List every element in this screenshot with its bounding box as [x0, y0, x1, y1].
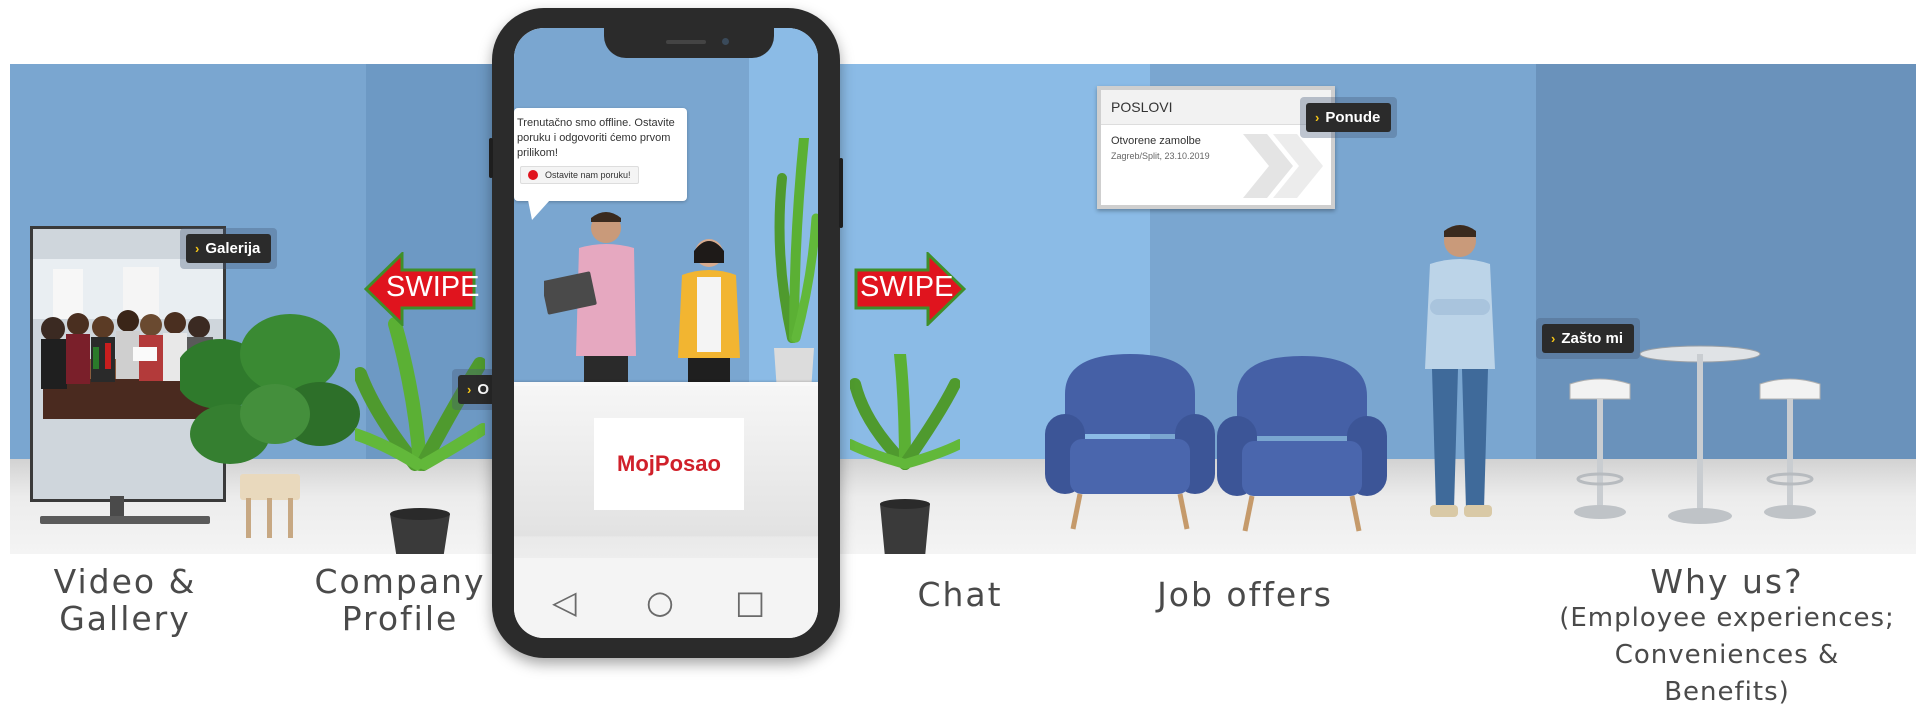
caption-video-gallery-line1: Video & [53, 562, 197, 601]
chat-status-dot-icon [528, 170, 538, 180]
leave-message-button-label: Ostavite nam poruku! [545, 170, 631, 180]
swipe-left-arrow[interactable]: SWIPE [364, 252, 480, 326]
android-nav-bar: ◁ ○ □ [514, 558, 818, 638]
brand-logo-panel[interactable]: MojPosao [594, 418, 744, 510]
tag-ponude[interactable]: › Ponude [1300, 97, 1398, 138]
armchair [1217, 356, 1387, 532]
tag-galerija[interactable]: › Galerija [180, 228, 278, 269]
recent-square-icon[interactable]: □ [735, 583, 765, 621]
swipe-right-arrow[interactable]: SWIPE [854, 252, 966, 326]
back-triangle-icon[interactable]: ◁ [552, 583, 577, 621]
virtual-booth-scene[interactable]: POSLOVI Otvorene zamolbe Zagreb/Split, 2… [10, 64, 1916, 554]
reception-desk: MojPosao [514, 382, 818, 536]
potted-palm-plant [355, 317, 485, 554]
speaker-grille [666, 40, 706, 44]
caption-job-offers: Job offers [1140, 576, 1350, 613]
phone-mockup: MojPosao Trenutačno smo offline. Ostavit… [489, 8, 843, 658]
caption-why-us-line2: (Employee experiences; [1559, 603, 1895, 633]
caption-job-offers-label: Job offers [1157, 575, 1333, 614]
monstera-plant [180, 314, 360, 538]
leave-message-button[interactable]: Ostavite nam poruku! [520, 166, 639, 184]
caption-company-profile-line1: Company [314, 562, 486, 601]
tag-zasto-mi-label: Zašto mi [1561, 330, 1624, 347]
chevron-right-icon: › [1551, 331, 1556, 346]
job-board-header: POSLOVI [1101, 90, 1331, 125]
front-camera [722, 38, 729, 45]
chat-offline-message: Trenutačno smo offline. Ostavite poruku … [517, 117, 675, 159]
standing-man-figure [1425, 225, 1495, 517]
caption-why-us-line4: Benefits) [1664, 677, 1790, 707]
phone-side-button [489, 138, 493, 178]
tall-plant [774, 138, 818, 406]
caption-chat: Chat [900, 576, 1020, 613]
woman-figure [678, 239, 740, 398]
chat-offline-bubble: Trenutačno smo offline. Ostavite poruku … [514, 108, 687, 220]
armchair [1045, 354, 1215, 530]
caption-company-profile-line2: Profile [341, 599, 459, 638]
home-circle-icon[interactable]: ○ [646, 583, 674, 621]
caption-video-gallery-line2: Gallery [59, 599, 191, 638]
potted-plant [850, 354, 960, 554]
swipe-right-label: SWIPE [860, 271, 954, 303]
caption-company-profile: Company Profile [305, 563, 495, 637]
bar-table-and-stools [1569, 345, 1821, 524]
caption-chat-label: Chat [917, 575, 1003, 614]
chevron-right-icon: › [467, 382, 472, 397]
caption-why-us-line3: Conveniences & [1614, 640, 1840, 670]
bubble-tail [528, 200, 550, 220]
phone-screen[interactable]: MojPosao Trenutačno smo offline. Ostavit… [514, 28, 818, 638]
phone-notch [604, 28, 774, 58]
brand-logo: MojPosao [617, 451, 721, 476]
caption-why-us: Why us? (Employee experiences; Convenien… [1528, 563, 1926, 711]
chevron-right-icon: › [1315, 110, 1320, 125]
caption-why-us-line1: Why us? [1650, 562, 1804, 601]
man-with-laptop-figure [544, 212, 636, 396]
chevron-decoration-icon [1243, 134, 1323, 198]
tag-zasto-mi[interactable]: › Zašto mi [1536, 318, 1641, 359]
chevron-right-icon: › [195, 241, 200, 256]
tag-galerija-label: Galerija [205, 240, 261, 257]
tag-ponude-label: Ponude [1325, 109, 1381, 126]
caption-video-gallery: Video & Gallery [35, 563, 215, 637]
swipe-left-label: SWIPE [386, 271, 480, 303]
phone-side-button [839, 158, 843, 228]
tv-stand [110, 496, 124, 518]
